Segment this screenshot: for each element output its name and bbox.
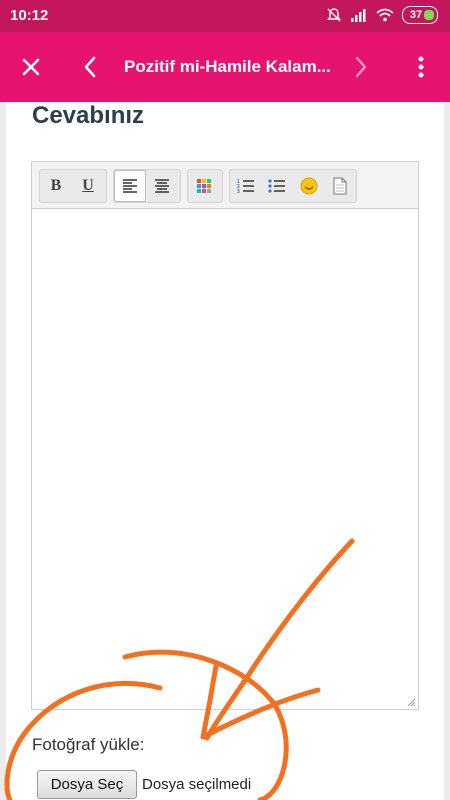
status-time: 10:12 xyxy=(10,7,49,24)
status-icons: 37 xyxy=(326,6,438,24)
bold-button[interactable]: B xyxy=(40,170,72,202)
battery-icon: 37 xyxy=(402,6,438,24)
resize-handle-icon[interactable] xyxy=(406,697,416,707)
align-center-button[interactable] xyxy=(146,170,178,202)
align-left-icon xyxy=(123,179,137,193)
file-status-text: Dosya seçilmedi xyxy=(142,776,252,793)
color-palette-icon xyxy=(197,179,211,193)
app-bar: Pozitif mi-Hamile Kalam... xyxy=(0,32,450,102)
text-color-button[interactable] xyxy=(188,170,220,202)
align-left-button[interactable] xyxy=(114,170,146,202)
photo-upload-label: Fotoğraf yükle: xyxy=(32,735,145,754)
forward-icon[interactable] xyxy=(346,52,376,82)
page-title: Pozitif mi-Hamile Kalam... xyxy=(124,57,331,76)
wifi-icon xyxy=(376,8,394,22)
emoji-button[interactable] xyxy=(293,170,325,202)
insert-group: 1 2 3 xyxy=(229,169,357,203)
rich-text-editor: B U 1 2 3 xyxy=(31,161,419,710)
smiley-icon xyxy=(300,177,318,195)
editor-text-area[interactable] xyxy=(32,209,418,709)
color-group xyxy=(187,169,223,203)
format-group: B U xyxy=(39,169,107,203)
underline-button[interactable]: U xyxy=(72,170,104,202)
battery-level: 37 xyxy=(409,9,423,21)
document-button[interactable] xyxy=(325,170,357,202)
signal-icon xyxy=(351,9,366,22)
align-center-icon xyxy=(155,179,169,193)
back-icon[interactable] xyxy=(75,52,105,82)
choose-file-button[interactable]: Dosya Seç xyxy=(37,770,137,799)
status-bar: 10:12 37 xyxy=(0,0,450,32)
editor-toolbar: B U 1 2 3 xyxy=(32,162,418,209)
more-menu-icon[interactable] xyxy=(406,52,436,82)
unordered-list-button[interactable] xyxy=(262,170,294,202)
alarm-off-icon xyxy=(327,8,341,22)
document-icon xyxy=(333,177,347,195)
close-icon[interactable] xyxy=(16,52,46,82)
answer-heading: Cevabınız xyxy=(32,102,145,129)
ordered-list-icon: 1 2 3 xyxy=(237,179,254,194)
svg-text:3: 3 xyxy=(237,189,240,194)
unordered-list-icon xyxy=(268,179,286,193)
align-group xyxy=(113,169,181,203)
ordered-list-button[interactable]: 1 2 3 xyxy=(230,170,262,202)
